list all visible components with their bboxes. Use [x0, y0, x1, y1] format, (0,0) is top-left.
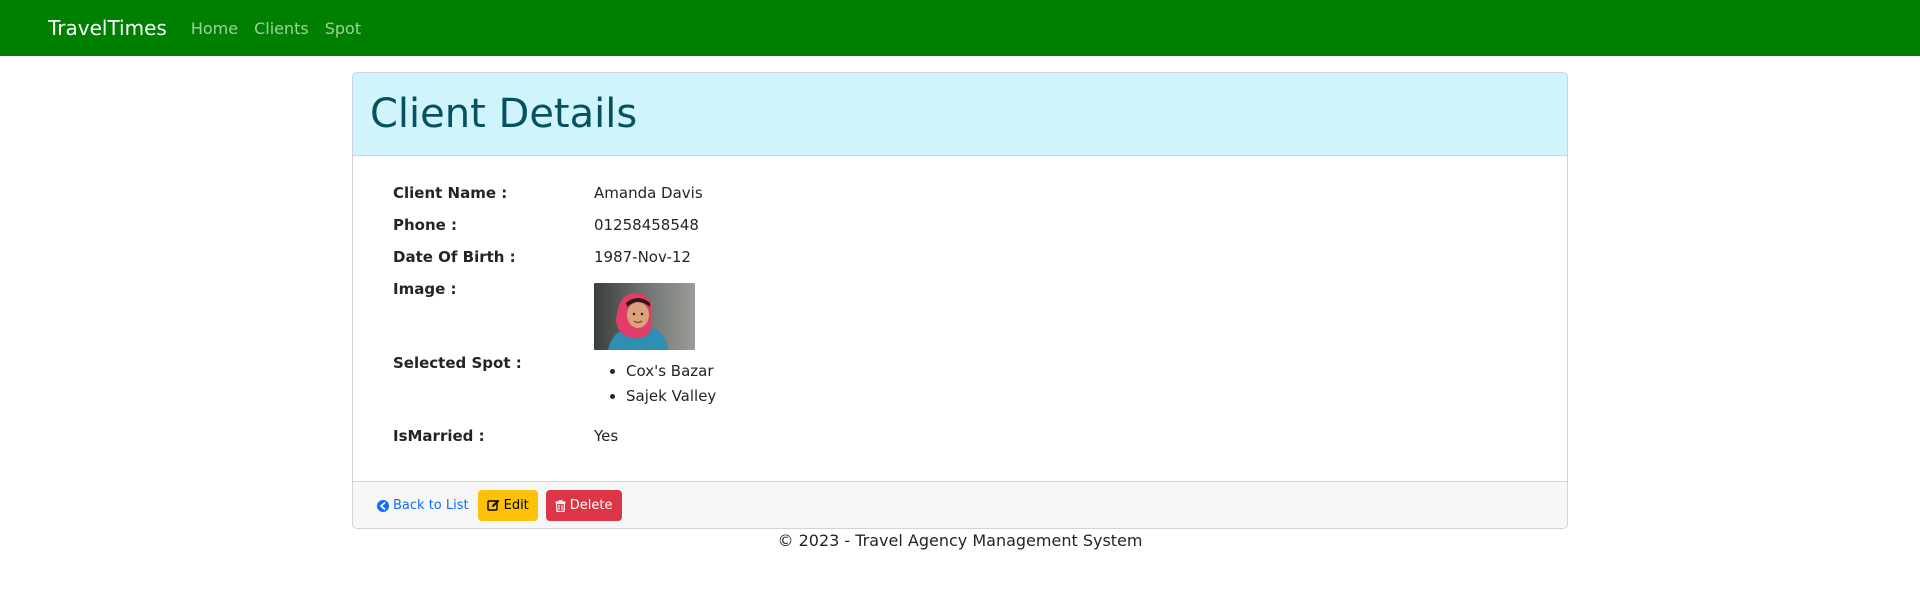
nav-link-spot[interactable]: Spot	[325, 19, 361, 38]
image-label: Image :	[393, 280, 457, 298]
card-body: Client Name : Amanda Davis Phone : 01258…	[353, 156, 1567, 481]
top-navbar: TravelTimes Home Clients Spot	[0, 0, 1920, 56]
list-item: Sajek Valley	[626, 384, 716, 409]
card-header: Client Details	[353, 73, 1567, 156]
card-footer: Back to List Edit Delete	[353, 481, 1567, 528]
phone-label: Phone :	[393, 216, 458, 234]
client-details-card: Client Details Client Name : Amanda Davi…	[352, 72, 1568, 529]
trash-icon	[555, 499, 566, 512]
list-item: Cox's Bazar	[626, 359, 716, 384]
page-title: Client Details	[370, 91, 638, 137]
selected-spot-label: Selected Spot :	[393, 354, 522, 372]
edit-label: Edit	[503, 498, 529, 513]
edit-button[interactable]: Edit	[477, 490, 538, 521]
client-photo	[594, 283, 695, 350]
brand-link[interactable]: TravelTimes	[48, 16, 167, 40]
nav-link-clients[interactable]: Clients	[254, 19, 309, 38]
back-to-list-label: Back to List	[393, 498, 469, 513]
nav-link-home[interactable]: Home	[191, 19, 238, 38]
page-footer: © 2023 - Travel Agency Management System	[0, 531, 1920, 550]
delete-button[interactable]: Delete	[545, 490, 622, 521]
dob-label: Date Of Birth :	[393, 248, 516, 266]
back-to-list-link[interactable]: Back to List	[377, 498, 469, 513]
phone-value: 01258458548	[594, 216, 699, 234]
arrow-circle-left-icon	[377, 499, 389, 512]
is-married-value: Yes	[594, 427, 619, 445]
client-name-label: Client Name :	[393, 184, 508, 202]
client-name-value: Amanda Davis	[594, 184, 703, 202]
client-photo-image	[594, 283, 695, 350]
edit-icon	[486, 499, 500, 512]
selected-spot-list: Cox's Bazar Sajek Valley	[594, 359, 716, 409]
is-married-label: IsMarried :	[393, 427, 485, 445]
footer-text: © 2023 - Travel Agency Management System	[777, 531, 1143, 550]
delete-label: Delete	[569, 498, 613, 513]
dob-value: 1987-Nov-12	[594, 248, 691, 266]
